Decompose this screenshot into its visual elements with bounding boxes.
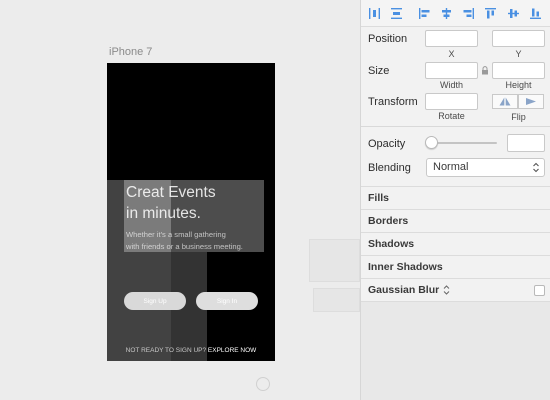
canvas-layer-ghost[interactable] bbox=[309, 239, 360, 282]
subheading-line-1: Whether it's a small gathering bbox=[126, 230, 226, 239]
opacity-label: Opacity bbox=[368, 138, 406, 150]
inspector-panel: Position X Y Size Width Height Transform… bbox=[360, 0, 550, 400]
headline-line-1: Creat Events bbox=[126, 184, 216, 201]
chevron-updown-icon[interactable] bbox=[443, 285, 450, 295]
design-canvas[interactable]: iPhone 7 Creat Events in minutes. Whethe… bbox=[0, 0, 360, 400]
sign-up-button[interactable]: Sign Up bbox=[124, 292, 186, 310]
transform-label: Transform bbox=[368, 96, 418, 108]
height-input[interactable] bbox=[492, 62, 545, 79]
flip-horizontal-button[interactable] bbox=[492, 94, 518, 109]
width-caption: Width bbox=[439, 80, 463, 90]
flip-caption: Flip bbox=[511, 112, 526, 122]
flip-vertical-button[interactable] bbox=[518, 94, 544, 109]
gaussian-blur-section-header[interactable]: Gaussian Blur bbox=[361, 278, 550, 301]
blending-select[interactable]: Normal bbox=[426, 158, 545, 177]
distribute-horizontal-icon[interactable] bbox=[367, 5, 382, 22]
rotate-caption: Rotate bbox=[438, 111, 465, 121]
size-label: Size bbox=[368, 65, 390, 77]
opacity-slider-track[interactable] bbox=[431, 142, 497, 144]
align-top-icon[interactable] bbox=[483, 5, 498, 22]
headline-text[interactable]: Creat Events in minutes. bbox=[126, 182, 216, 224]
y-caption: Y bbox=[515, 49, 522, 59]
x-caption: X bbox=[448, 49, 455, 59]
align-center-horizontal-icon[interactable] bbox=[439, 5, 454, 22]
borders-section-header[interactable]: Borders bbox=[361, 209, 550, 232]
position-label: Position bbox=[368, 33, 408, 45]
artboard-label[interactable]: iPhone 7 bbox=[109, 46, 152, 58]
flip-horizontal-icon bbox=[499, 97, 511, 106]
fills-section-header[interactable]: Fills bbox=[361, 186, 550, 209]
subheading-text[interactable]: Whether it's a small gathering with frie… bbox=[126, 229, 243, 253]
artboard-iphone-7[interactable]: Creat Events in minutes. Whether it's a … bbox=[107, 63, 275, 361]
footer-text: NOT READY TO SIGN UP? bbox=[125, 347, 207, 354]
footer-note[interactable]: NOT READY TO SIGN UP? EXPLORE NOW bbox=[107, 347, 275, 354]
position-y-input[interactable] bbox=[492, 30, 545, 47]
width-input[interactable] bbox=[425, 62, 478, 79]
alignment-toolbar bbox=[361, 0, 550, 27]
align-middle-vertical-icon[interactable] bbox=[506, 5, 521, 22]
shadows-section-header[interactable]: Shadows bbox=[361, 232, 550, 255]
opacity-slider-knob[interactable] bbox=[425, 136, 438, 149]
height-caption: Height bbox=[505, 80, 532, 90]
explore-now-link[interactable]: EXPLORE NOW bbox=[208, 347, 256, 354]
sign-in-button[interactable]: Sign In bbox=[196, 292, 258, 310]
align-right-icon[interactable] bbox=[461, 5, 476, 22]
rotate-input[interactable] bbox=[425, 93, 478, 110]
lock-icon[interactable] bbox=[481, 66, 489, 75]
gaussian-blur-checkbox[interactable] bbox=[534, 285, 545, 296]
inner-shadows-section-header[interactable]: Inner Shadows bbox=[361, 255, 550, 278]
align-bottom-icon[interactable] bbox=[528, 5, 543, 22]
flip-vertical-icon bbox=[526, 98, 536, 105]
opacity-input[interactable] bbox=[507, 134, 545, 152]
align-left-icon[interactable] bbox=[417, 5, 432, 22]
chevron-updown-icon bbox=[533, 162, 539, 173]
canvas-layer-ghost[interactable] bbox=[313, 288, 360, 312]
inspector-empty-area bbox=[361, 301, 550, 400]
blending-value: Normal bbox=[433, 161, 469, 173]
opacity-slider[interactable] bbox=[425, 136, 497, 150]
gaussian-blur-label: Gaussian Blur bbox=[368, 284, 440, 296]
distribute-vertical-icon[interactable] bbox=[389, 5, 404, 22]
subheading-line-2: with friends or a business meeting. bbox=[126, 242, 243, 251]
cursor-icon bbox=[256, 377, 270, 391]
divider bbox=[361, 126, 550, 127]
position-x-input[interactable] bbox=[425, 30, 478, 47]
headline-line-2: in minutes. bbox=[126, 205, 201, 222]
blending-label: Blending bbox=[368, 162, 411, 174]
